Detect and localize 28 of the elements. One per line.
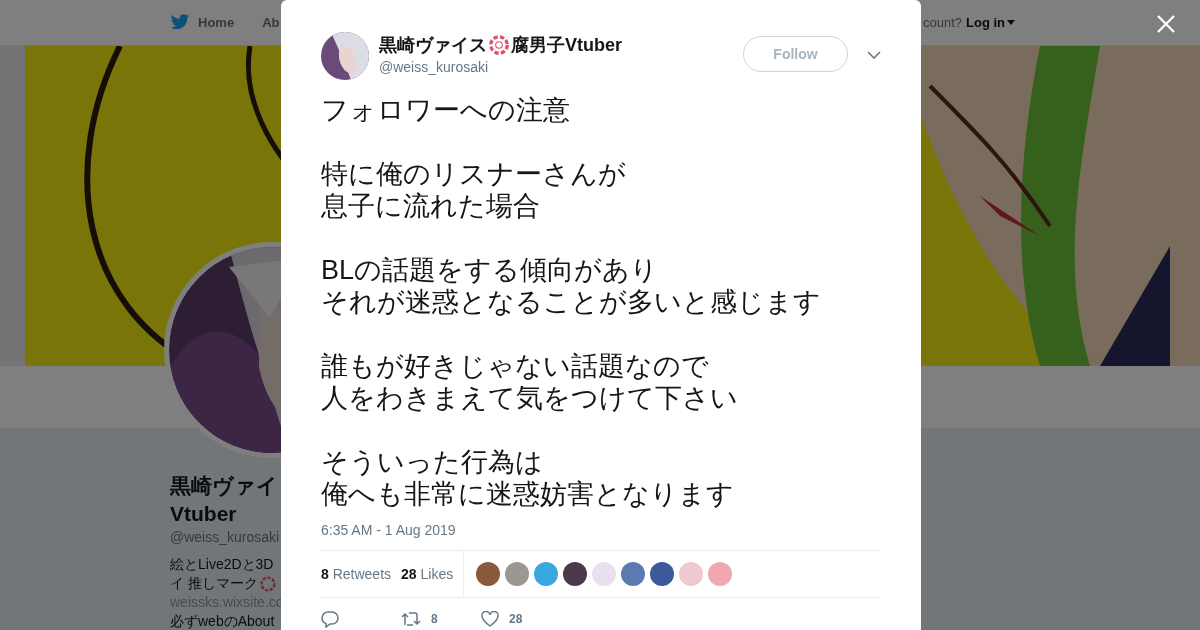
action-count: 28 xyxy=(509,612,523,626)
avatar[interactable] xyxy=(476,562,501,586)
login-link[interactable]: Log in xyxy=(966,15,1015,30)
account-prompt: count? xyxy=(922,15,962,30)
bio-text: イ 推しマーク xyxy=(170,574,258,593)
reply-icon[interactable] xyxy=(321,610,339,628)
stat-link[interactable]: 8 Retweets xyxy=(321,566,392,582)
profile-name: 黒崎ヴァイ xyxy=(170,473,278,499)
home-link[interactable]: Home xyxy=(170,14,235,31)
avatar[interactable] xyxy=(650,562,675,586)
bio-text: 必ずwebのAbout xyxy=(170,612,275,630)
stat-link[interactable]: 28 Likes xyxy=(401,566,454,582)
retweet-icon[interactable] xyxy=(401,611,421,627)
about-link[interactable]: Ab xyxy=(262,15,280,30)
tweet-text: 俺へも非常に迷惑妨害となります xyxy=(321,478,734,510)
avatar[interactable] xyxy=(563,562,588,586)
close-icon[interactable] xyxy=(1157,15,1175,33)
caret-icon xyxy=(1007,20,1015,25)
flower-icon xyxy=(259,575,276,592)
action-count: 8 xyxy=(431,612,438,626)
bio-text: 絵とLive2Dと3D xyxy=(170,555,274,574)
timestamp: 6:35 AM - 1 Aug 2019 xyxy=(321,522,457,538)
tweet-text: 人をわきまえて気をつけて下さい xyxy=(321,382,738,414)
heart-icon[interactable] xyxy=(481,611,499,627)
tweet-text: そういった行為は xyxy=(321,446,543,478)
profile-name: Vtuber xyxy=(170,501,237,527)
profile-handle: @weiss_kurosaki xyxy=(170,529,280,545)
bird-icon xyxy=(170,14,190,31)
